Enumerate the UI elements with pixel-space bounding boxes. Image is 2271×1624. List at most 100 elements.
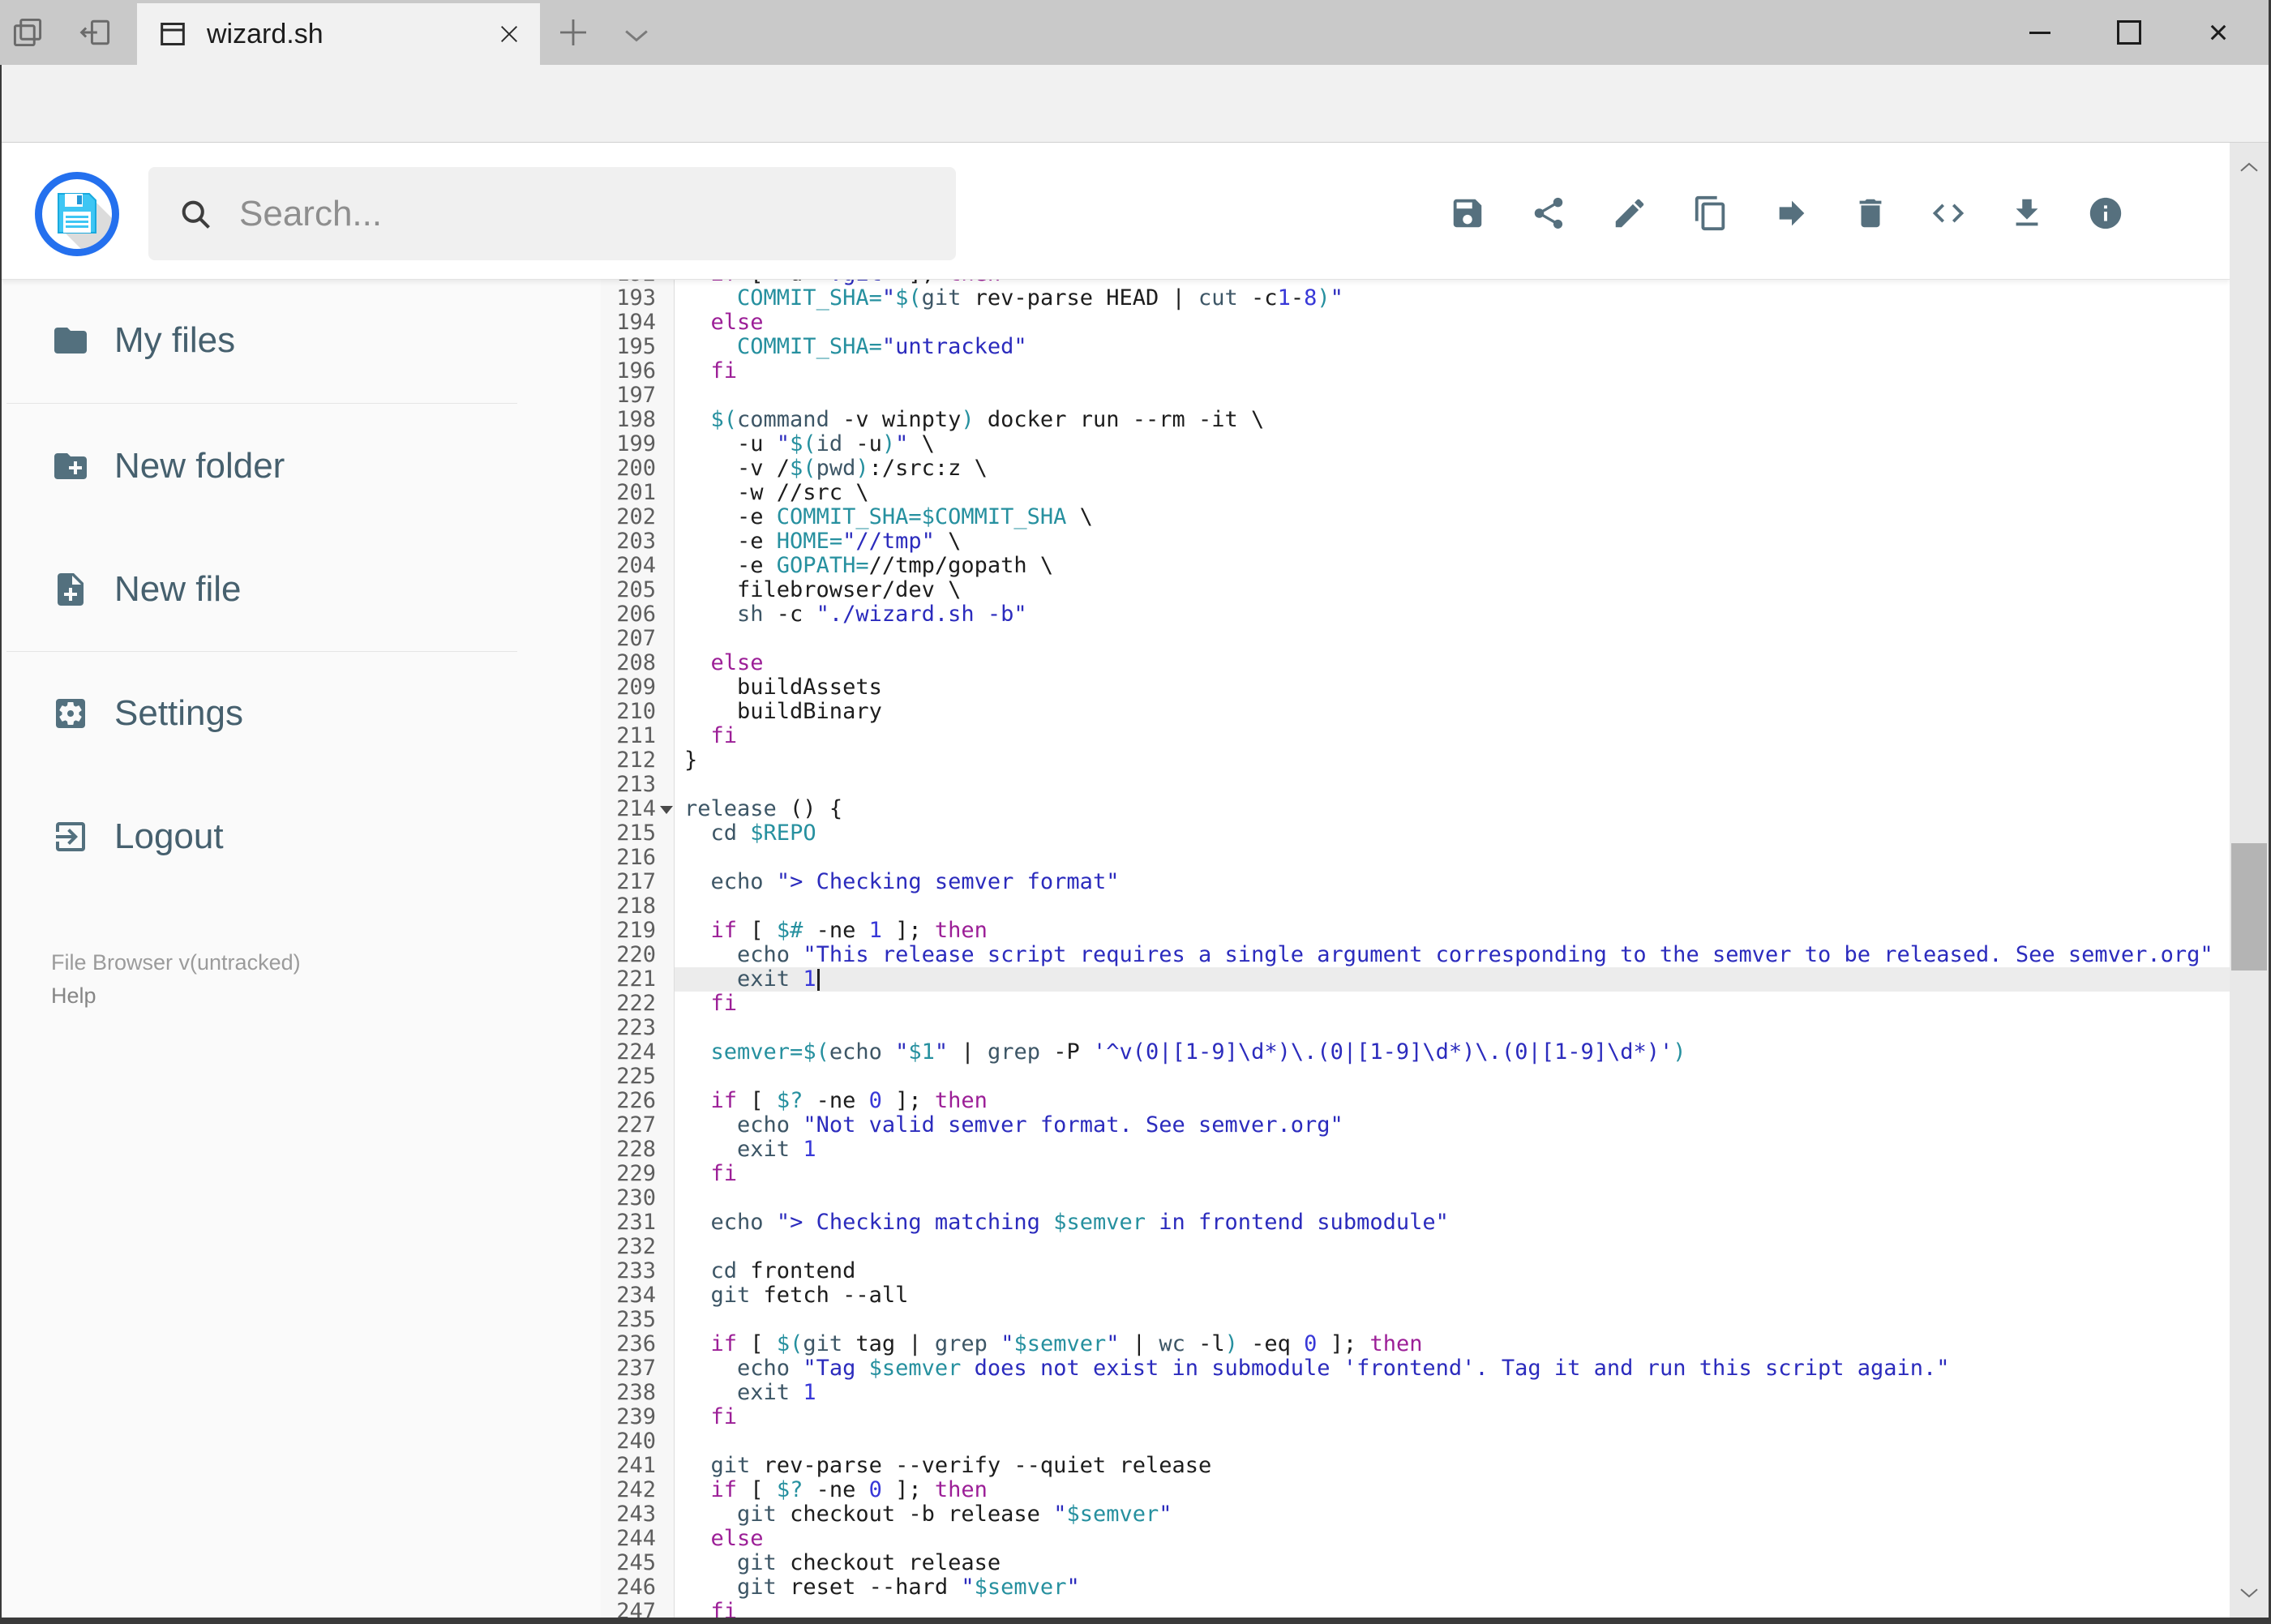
code-line[interactable]: cd $REPO bbox=[675, 821, 2230, 846]
code-line[interactable]: echo "Tag $semver does not exist in subm… bbox=[675, 1356, 2230, 1381]
filebrowser-logo[interactable] bbox=[35, 172, 119, 256]
scroll-up-icon[interactable] bbox=[2237, 156, 2261, 180]
sidebar-item-new-file[interactable]: New file bbox=[51, 567, 242, 612]
fold-arrow-icon[interactable] bbox=[660, 806, 673, 814]
sidebar-item-my-files[interactable]: My files bbox=[51, 318, 235, 363]
code-line[interactable]: if [ $(git tag | grep "$semver" | wc -l)… bbox=[675, 1332, 2230, 1356]
browser-tab[interactable]: wizard.sh bbox=[137, 3, 540, 65]
code-line[interactable]: } bbox=[675, 748, 2230, 773]
code-line[interactable] bbox=[675, 894, 2230, 919]
code-line[interactable]: $(command -v winpty) docker run --rm -it… bbox=[675, 408, 2230, 432]
code-line[interactable]: echo "This release script requires a sin… bbox=[675, 943, 2230, 967]
code-line[interactable]: COMMIT_SHA="untracked" bbox=[675, 335, 2230, 359]
window-maximize-button[interactable] bbox=[2085, 0, 2174, 65]
code-line[interactable]: -e GOPATH=//tmp/gopath \ bbox=[675, 554, 2230, 578]
save-icon[interactable] bbox=[1449, 195, 1486, 232]
sidebar-item-new-folder[interactable]: New folder bbox=[51, 443, 285, 489]
sidebar-item-label: New folder bbox=[114, 446, 285, 486]
code-line[interactable]: exit 1 bbox=[675, 1138, 2230, 1162]
tab-preview-icon[interactable] bbox=[10, 15, 45, 50]
code-line[interactable]: if [ $? -ne 0 ]; then bbox=[675, 1478, 2230, 1502]
code-line[interactable]: -w //src \ bbox=[675, 481, 2230, 505]
page-scrollbar[interactable] bbox=[2230, 143, 2269, 1618]
help-link[interactable]: Help bbox=[51, 983, 96, 1009]
code-line[interactable]: buildAssets bbox=[675, 675, 2230, 700]
code-line[interactable] bbox=[675, 627, 2230, 651]
code-line[interactable] bbox=[675, 1186, 2230, 1211]
window-close-button[interactable]: × bbox=[2174, 0, 2263, 65]
code-line[interactable]: fi bbox=[675, 1405, 2230, 1429]
code-line[interactable]: fi bbox=[675, 359, 2230, 384]
code-line[interactable]: if [ $? -ne 0 ]; then bbox=[675, 1089, 2230, 1113]
line-number: 242 bbox=[616, 1477, 656, 1502]
code-line[interactable]: fi bbox=[675, 724, 2230, 748]
code-lines[interactable]: if [ -d ".git" ]; then COMMIT_SHA="$(git… bbox=[675, 280, 2230, 1618]
switch-editor-code-icon[interactable] bbox=[1930, 195, 1967, 232]
code-line[interactable]: release () { bbox=[675, 797, 2230, 821]
scroll-down-icon[interactable] bbox=[2237, 1580, 2261, 1605]
code-line[interactable] bbox=[675, 1429, 2230, 1454]
scrollbar-thumb[interactable] bbox=[2231, 843, 2267, 971]
sidebar: My files New folder New file Settings Lo… bbox=[0, 280, 601, 1618]
code-line[interactable]: exit 1 bbox=[675, 967, 2230, 992]
folder-icon bbox=[51, 321, 90, 360]
code-line[interactable]: echo "> Checking matching $semver in fro… bbox=[675, 1211, 2230, 1235]
line-number: 234 bbox=[616, 1283, 656, 1308]
search-box[interactable] bbox=[148, 167, 956, 260]
line-number: 200 bbox=[616, 456, 656, 481]
code-line[interactable]: echo "> Checking semver format" bbox=[675, 870, 2230, 894]
code-line[interactable]: fi bbox=[675, 1600, 2230, 1618]
sidebar-item-settings[interactable]: Settings bbox=[51, 691, 243, 736]
code-line[interactable]: git fetch --all bbox=[675, 1283, 2230, 1308]
code-line[interactable] bbox=[675, 1308, 2230, 1332]
code-line[interactable]: else bbox=[675, 651, 2230, 675]
code-line[interactable]: -e COMMIT_SHA=$COMMIT_SHA \ bbox=[675, 505, 2230, 529]
app-header bbox=[0, 143, 2230, 280]
code-line[interactable]: else bbox=[675, 1527, 2230, 1551]
search-input[interactable] bbox=[148, 167, 956, 260]
code-line[interactable] bbox=[675, 1235, 2230, 1259]
line-number: 212 bbox=[616, 748, 656, 773]
delete-icon[interactable] bbox=[1852, 195, 1889, 232]
code-line[interactable] bbox=[675, 846, 2230, 870]
code-line[interactable]: else bbox=[675, 311, 2230, 335]
sidebar-item-logout[interactable]: Logout bbox=[51, 814, 224, 859]
window-minimize-button[interactable] bbox=[1995, 0, 2085, 65]
code-line[interactable]: filebrowser/dev \ bbox=[675, 578, 2230, 602]
line-number: 195 bbox=[616, 334, 656, 359]
tab-list-chevron-icon[interactable] bbox=[619, 18, 654, 49]
code-line[interactable]: fi bbox=[675, 992, 2230, 1016]
rename-pencil-icon[interactable] bbox=[1611, 195, 1648, 232]
code-line[interactable] bbox=[675, 384, 2230, 408]
code-line[interactable]: -u "$(id -u)" \ bbox=[675, 432, 2230, 456]
line-number: 203 bbox=[616, 529, 656, 554]
code-line[interactable] bbox=[675, 1016, 2230, 1040]
code-line[interactable]: if [ $# -ne 1 ]; then bbox=[675, 919, 2230, 943]
code-editor[interactable]: 1921931941951961971981992002012022032042… bbox=[601, 280, 2230, 1618]
code-line[interactable]: git checkout -b release "$semver" bbox=[675, 1502, 2230, 1527]
code-line[interactable]: git checkout release bbox=[675, 1551, 2230, 1575]
download-icon[interactable] bbox=[2008, 195, 2046, 232]
code-line[interactable]: exit 1 bbox=[675, 1381, 2230, 1405]
code-line[interactable]: git rev-parse --verify --quiet release bbox=[675, 1454, 2230, 1478]
code-line[interactable]: echo "Not valid semver format. See semve… bbox=[675, 1113, 2230, 1138]
code-line[interactable]: sh -c "./wizard.sh -b" bbox=[675, 602, 2230, 627]
new-tab-button[interactable] bbox=[554, 13, 593, 52]
code-line[interactable]: cd frontend bbox=[675, 1259, 2230, 1283]
copy-icon[interactable] bbox=[1692, 195, 1729, 232]
new-file-icon bbox=[51, 570, 90, 609]
code-line[interactable] bbox=[675, 1065, 2230, 1089]
code-line[interactable]: git reset --hard "$semver" bbox=[675, 1575, 2230, 1600]
code-line[interactable]: fi bbox=[675, 1162, 2230, 1186]
code-line[interactable]: -v /$(pwd):/src:z \ bbox=[675, 456, 2230, 481]
share-file-icon[interactable] bbox=[1530, 195, 1567, 232]
code-line[interactable]: -e HOME="//tmp" \ bbox=[675, 529, 2230, 554]
info-icon[interactable] bbox=[2087, 195, 2124, 232]
tab-close-icon[interactable] bbox=[485, 10, 533, 58]
code-line[interactable] bbox=[675, 773, 2230, 797]
code-line[interactable]: semver=$(echo "$1" | grep -P '^v(0|[1-9]… bbox=[675, 1040, 2230, 1065]
move-icon[interactable] bbox=[1773, 195, 1810, 232]
code-line[interactable]: COMMIT_SHA="$(git rev-parse HEAD | cut -… bbox=[675, 286, 2230, 311]
code-line[interactable]: buildBinary bbox=[675, 700, 2230, 724]
set-tabs-aside-icon[interactable] bbox=[78, 15, 114, 50]
